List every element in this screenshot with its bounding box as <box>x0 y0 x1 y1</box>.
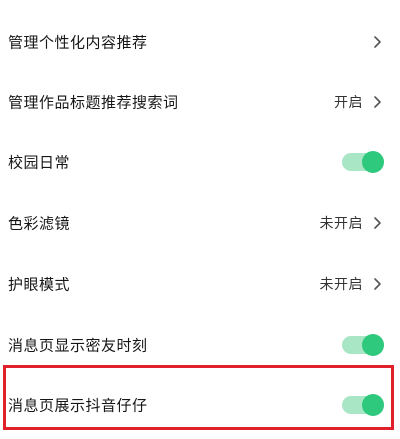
chevron-right-icon <box>374 96 381 108</box>
campus-daily-toggle[interactable] <box>342 151 384 173</box>
setting-row-eye-care[interactable]: 护眼模式 未开启 <box>0 254 400 314</box>
toggle-knob <box>362 394 384 416</box>
setting-label: 校园日常 <box>8 153 71 172</box>
setting-control <box>342 334 384 356</box>
douyin-zaizai-toggle[interactable] <box>342 394 384 416</box>
setting-control: 未开启 <box>320 213 383 233</box>
setting-status: 未开启 <box>319 277 363 293</box>
chevron-right-icon <box>374 217 381 229</box>
setting-row-color-filter[interactable]: 色彩滤镜 未开启 <box>0 193 400 253</box>
setting-row-campus-daily: 校园日常 <box>0 132 400 192</box>
setting-control <box>373 35 382 49</box>
setting-control <box>342 394 384 416</box>
setting-row-close-friend-moments: 消息页显示密友时刻 <box>0 315 400 375</box>
close-friend-moments-toggle[interactable] <box>342 334 384 356</box>
setting-label: 消息页展示抖音仔仔 <box>8 396 148 415</box>
setting-label: 管理作品标题推荐搜索词 <box>8 93 179 112</box>
setting-status: 未开启 <box>319 216 363 232</box>
chevron-right-icon <box>374 278 381 290</box>
setting-label: 消息页显示密友时刻 <box>8 336 148 355</box>
toggle-knob <box>362 151 384 173</box>
setting-control: 开启 <box>334 92 382 112</box>
setting-status: 开启 <box>334 95 363 111</box>
setting-label: 护眼模式 <box>8 275 71 294</box>
setting-row-douyin-zaizai: 消息页展示抖音仔仔 <box>0 375 400 435</box>
toggle-knob <box>362 334 384 356</box>
setting-label: 色彩滤镜 <box>8 214 71 233</box>
setting-label: 管理个性化内容推荐 <box>8 33 148 52</box>
setting-row-title-search-words[interactable]: 管理作品标题推荐搜索词 开启 <box>0 72 400 132</box>
setting-control <box>342 151 384 173</box>
chevron-right-icon <box>374 36 381 48</box>
setting-row-personalized-content[interactable]: 管理个性化内容推荐 <box>0 12 400 72</box>
setting-control: 未开启 <box>320 274 383 294</box>
